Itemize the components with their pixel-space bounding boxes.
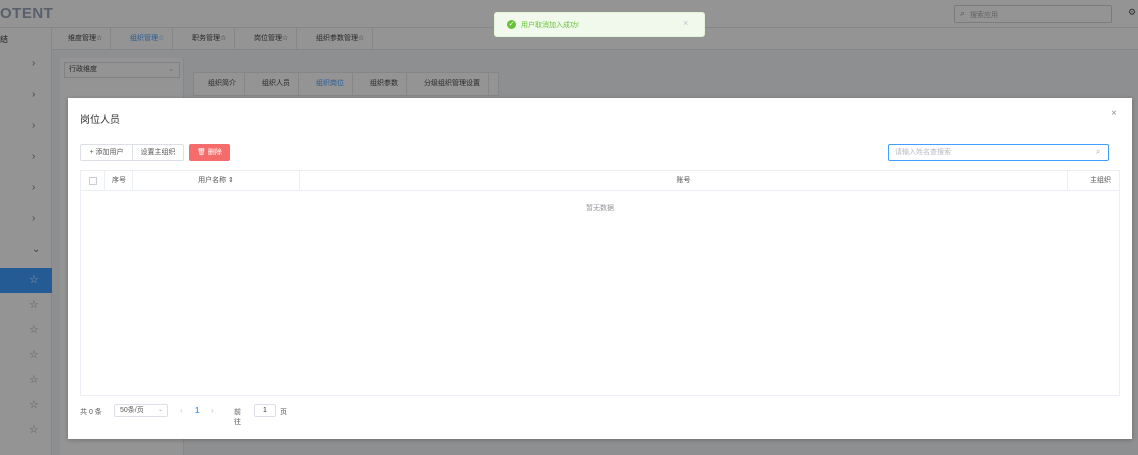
page-number[interactable]: 1 <box>195 406 199 415</box>
toast-message: 用户取消加入成功! <box>521 22 579 29</box>
close-icon[interactable]: × <box>1111 108 1117 119</box>
col-username[interactable]: 用户名称 ⇕ <box>133 171 300 191</box>
goto-page-input[interactable]: 1 <box>254 404 276 417</box>
search-input[interactable] <box>889 145 1089 160</box>
trash-icon: 🗑 <box>197 149 206 156</box>
page-size-select[interactable]: 50条/页 ⌄ <box>114 404 168 417</box>
check-circle-icon: ✓ <box>507 20 516 29</box>
col-main-org[interactable]: 主组织 <box>1068 171 1119 191</box>
position-members-dialog: 岗位人员 × + 添加用户 设置主组织 🗑 删除 ⌕ 序号 用户名称 ⇕ 账号 … <box>68 98 1132 439</box>
select-all-checkbox[interactable] <box>89 177 97 185</box>
table-header: 序号 用户名称 ⇕ 账号 主组织 <box>81 171 1119 191</box>
delete-button[interactable]: 🗑 删除 <box>189 144 230 161</box>
col-index: 序号 <box>105 171 133 191</box>
search-icon[interactable]: ⌕ <box>1096 147 1100 157</box>
user-search: ⌕ <box>888 144 1109 161</box>
prev-page-button[interactable]: ‹ <box>180 406 183 415</box>
goto-unit: 页 <box>280 409 287 416</box>
goto-label: 前往 <box>234 409 241 426</box>
dialog-title: 岗位人员 <box>80 115 120 126</box>
col-account: 账号 <box>300 171 1068 191</box>
success-toast: ✓ 用户取消加入成功! × <box>494 12 705 37</box>
page-size-value: 50条/页 <box>120 407 144 414</box>
members-table: 序号 用户名称 ⇕ 账号 主组织 暂无数据 <box>80 170 1120 396</box>
chevron-down-icon: ⌄ <box>157 407 163 413</box>
select-all-cell <box>81 171 105 191</box>
empty-state: 暂无数据 <box>586 205 614 212</box>
total-count: 共 0 条 <box>80 409 102 416</box>
set-main-org-button[interactable]: 设置主组织 <box>132 144 184 161</box>
close-icon[interactable]: × <box>683 18 688 28</box>
next-page-button[interactable]: › <box>211 406 214 415</box>
add-user-button[interactable]: + 添加用户 <box>80 144 133 161</box>
delete-button-label: 删除 <box>207 149 222 156</box>
